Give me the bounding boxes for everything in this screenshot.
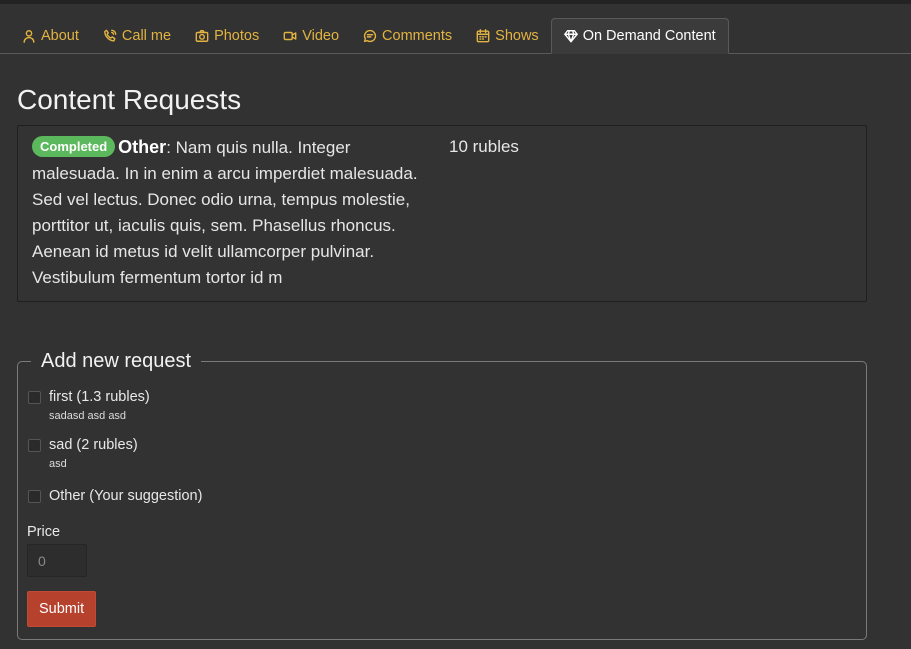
option-checkbox[interactable]: [28, 391, 41, 404]
form-legend: Add new request: [41, 350, 192, 372]
camera-icon: [195, 30, 209, 42]
video-icon: [283, 31, 297, 41]
tab-photos[interactable]: Photos: [183, 18, 271, 54]
tab-call-me[interactable]: Call me: [91, 18, 183, 54]
tab-label: Call me: [121, 28, 172, 44]
request-price: 10 rubles: [449, 137, 519, 156]
price-label: Price: [27, 524, 61, 540]
tab-video[interactable]: Video: [271, 18, 351, 54]
calendar-icon: [476, 29, 490, 43]
tab-label: Shows: [495, 28, 539, 44]
status-badge: Completed: [32, 136, 116, 157]
option-label[interactable]: first (1.3 rubles): [49, 389, 150, 405]
request-card: Completed Other: Nam quis nulla. Integer …: [17, 125, 867, 302]
tab-about[interactable]: About: [10, 18, 91, 54]
page-title: Content Requests: [17, 84, 242, 115]
tab-label: Photos: [214, 28, 260, 44]
tab-shows[interactable]: Shows: [464, 18, 551, 54]
option-checkbox[interactable]: [28, 490, 41, 503]
request-description: Completed Other: Nam quis nulla. Integer …: [32, 134, 434, 291]
tab-label: On Demand Content: [582, 28, 716, 44]
option-label[interactable]: Other (Your suggestion): [49, 488, 202, 504]
main-content: Content Requests Completed Other: Nam qui…: [0, 84, 911, 640]
option-description: asd: [49, 458, 67, 470]
tab-label: Comments: [382, 28, 453, 44]
option-label[interactable]: sad (2 rubles): [49, 437, 138, 453]
request-type: Other: [118, 137, 167, 157]
add-request-form: Add new request first (1.3 rubles) sadas…: [17, 350, 867, 640]
tab-label: Video: [302, 28, 340, 44]
option-other: Other (Your suggestion): [27, 488, 857, 504]
tab-comments[interactable]: Comments: [351, 18, 464, 54]
tab-bar: About Call me Photos Video Comments Show…: [0, 4, 911, 54]
phone-icon: [103, 29, 117, 42]
option-sad: sad (2 rubles) asd: [27, 437, 857, 470]
tab-on-demand-content[interactable]: On Demand Content: [550, 18, 729, 54]
comment-icon: [363, 29, 377, 43]
price-placeholder: 0: [38, 552, 46, 569]
price-input[interactable]: 0: [27, 544, 87, 577]
request-text: Nam quis nulla. Integer malesuada. In in…: [32, 138, 418, 287]
person-icon: [23, 30, 35, 43]
option-description: sadasd asd asd: [49, 410, 127, 422]
diamond-icon: [563, 30, 578, 43]
tab-label: About: [41, 28, 79, 44]
option-checkbox[interactable]: [28, 439, 41, 452]
option-first: first (1.3 rubles) sadasd asd asd: [27, 389, 857, 422]
submit-button[interactable]: Submit: [27, 591, 97, 627]
